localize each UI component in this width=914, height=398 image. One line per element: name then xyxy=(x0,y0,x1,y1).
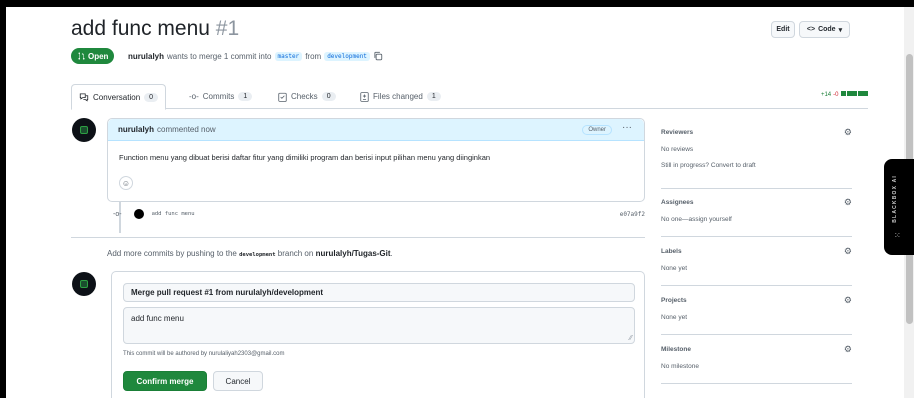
sidebar-assignees: Assignees ⚙ No one—assign yourself xyxy=(661,197,852,237)
sidebar-reviewers: Reviewers ⚙ No reviews Still in progress… xyxy=(661,127,852,189)
tab-files-changed[interactable]: Files changed 1 xyxy=(360,84,441,109)
add-more-suffix: . xyxy=(390,249,393,258)
resize-handle-icon[interactable]: ⁄⁄ xyxy=(630,335,632,342)
confirm-merge-button[interactable]: Confirm merge xyxy=(123,371,207,391)
grid-icon: ⁙ xyxy=(894,231,901,240)
add-more-commits-note: Add more commits by pushing to the devel… xyxy=(107,249,393,258)
tab-commits-count: 1 xyxy=(238,92,253,101)
labels-title[interactable]: Labels xyxy=(661,248,682,255)
milestone-value: No milestone xyxy=(661,363,699,370)
reviewers-value: No reviews xyxy=(661,146,694,153)
checks-icon xyxy=(278,92,287,102)
milestone-title[interactable]: Milestone xyxy=(661,346,691,353)
commit-row: -o- add func menu e07a9f2 xyxy=(113,207,645,221)
tab-conversation-label: Conversation xyxy=(93,92,141,102)
draft-prompt: Still in progress? Convert to draft xyxy=(661,162,756,169)
pr-title-text: add func menu xyxy=(71,17,210,40)
code-label: Code xyxy=(818,26,836,33)
diffstat: +14 -0 xyxy=(821,91,868,98)
tab-files-changed-label: Files changed xyxy=(373,92,423,101)
tab-commits[interactable]: -o- Commits 1 xyxy=(189,84,253,109)
page-title: add func menu #1 xyxy=(71,17,239,41)
pr-number: #1 xyxy=(215,17,240,40)
edit-button[interactable]: Edit xyxy=(771,21,795,38)
gear-icon[interactable]: ⚙ xyxy=(844,295,852,306)
sidebar-milestone: Milestone ⚙ No milestone xyxy=(661,344,852,384)
projects-title[interactable]: Projects xyxy=(661,297,687,304)
assignees-none: No one— xyxy=(661,216,689,223)
tab-checks[interactable]: Checks 0 xyxy=(278,84,336,109)
status-label: Open xyxy=(88,51,109,61)
projects-value: None yet xyxy=(661,314,688,321)
owner-badge: Owner xyxy=(582,125,612,135)
code-icon: <> xyxy=(806,26,816,33)
comment-header: nurulalyh commented now xyxy=(108,119,644,141)
head-branch[interactable]: development xyxy=(324,51,370,61)
diffstat-additions: +14 xyxy=(820,91,832,98)
assignees-value: No one—assign yourself xyxy=(661,216,732,223)
merge-author-note: This commit will be authored by nurulali… xyxy=(123,351,285,357)
tab-commits-label: Commits xyxy=(202,92,235,101)
assign-yourself-link[interactable]: assign yourself xyxy=(688,216,731,223)
add-more-middle: branch on xyxy=(277,249,314,258)
file-diff-icon xyxy=(360,91,369,102)
pr-meta-text: wants to merge 1 commit into xyxy=(167,51,272,61)
diffstat-bar xyxy=(841,91,868,98)
pr-meta: nurulalyh wants to merge 1 commit into m… xyxy=(128,51,383,61)
merge-message-textarea[interactable]: add func menu ⁄⁄ xyxy=(123,307,635,344)
commit-sha[interactable]: e07a9f2 xyxy=(620,211,645,218)
gear-icon[interactable]: ⚙ xyxy=(844,197,852,208)
add-more-prefix: Add more commits by pushing to the xyxy=(107,249,237,258)
gear-icon[interactable]: ⚙ xyxy=(844,344,852,355)
conversation-icon xyxy=(79,93,89,102)
avatar[interactable] xyxy=(72,272,96,296)
convert-to-draft-link[interactable]: Convert to draft xyxy=(711,162,756,169)
sidebar-projects: Projects ⚙ None yet xyxy=(661,295,852,335)
commit-message[interactable]: add func menu xyxy=(152,211,195,217)
cancel-button[interactable]: Cancel xyxy=(213,371,263,391)
copy-icon[interactable] xyxy=(373,51,383,61)
draft-prompt-text: Still in progress? xyxy=(661,162,710,169)
pr-from-text: from xyxy=(305,51,322,61)
chevron-down-icon: ▾ xyxy=(838,26,843,34)
sidebar-labels: Labels ⚙ None yet xyxy=(661,246,852,286)
labels-value: None yet xyxy=(661,265,688,272)
comment-card: nurulalyh commented now Owner ··· Functi… xyxy=(107,118,645,202)
gear-icon[interactable]: ⚙ xyxy=(844,127,852,138)
extension-side-tab[interactable]: BLACKBOX AI ⁙ xyxy=(884,159,914,255)
merge-message-text: add func menu xyxy=(131,314,184,323)
assignees-title[interactable]: Assignees xyxy=(661,199,694,206)
pr-author-link[interactable]: nurulalyh xyxy=(128,52,164,61)
commit-icon: -o- xyxy=(189,92,199,101)
tab-files-changed-count: 1 xyxy=(426,92,441,101)
commit-avatar[interactable] xyxy=(133,209,144,219)
kebab-menu-icon[interactable]: ··· xyxy=(622,122,632,133)
gear-icon[interactable]: ⚙ xyxy=(844,246,852,257)
pull-request-icon xyxy=(78,52,85,60)
tab-checks-label: Checks xyxy=(291,92,318,101)
comment-body: Function menu yang dibuat berisi daftar … xyxy=(119,153,491,162)
code-button[interactable]: <> Code ▾ xyxy=(799,21,850,38)
merge-title-input[interactable]: Merge pull request #1 from nurulalyh/dev… xyxy=(123,283,635,302)
status-badge: Open xyxy=(71,48,115,64)
comment-timestamp[interactable]: commented now xyxy=(157,125,216,134)
divider xyxy=(71,237,645,238)
reviewers-title[interactable]: Reviewers xyxy=(661,129,693,136)
avatar[interactable] xyxy=(72,118,96,142)
repo-link[interactable]: nurulalyh/Tugas-Git xyxy=(316,249,391,258)
merge-form: Merge pull request #1 from nurulalyh/dev… xyxy=(111,271,645,398)
extension-label: BLACKBOX AI xyxy=(892,175,898,223)
comment-author[interactable]: nurulalyh xyxy=(118,125,154,134)
tab-conversation[interactable]: Conversation 0 xyxy=(71,84,167,110)
pr-tabs: Conversation 0 -o- Commits 1 Checks 0 Fi… xyxy=(71,84,868,110)
add-more-branch: development xyxy=(239,252,276,258)
commit-icon: -o- xyxy=(113,210,122,218)
base-branch[interactable]: master xyxy=(274,51,303,61)
tab-conversation-count: 0 xyxy=(144,92,159,102)
tab-checks-count: 0 xyxy=(321,92,336,101)
add-reaction-icon[interactable]: ☺ xyxy=(119,176,133,190)
diffstat-deletions: -0 xyxy=(833,91,839,98)
edit-label: Edit xyxy=(776,26,790,33)
